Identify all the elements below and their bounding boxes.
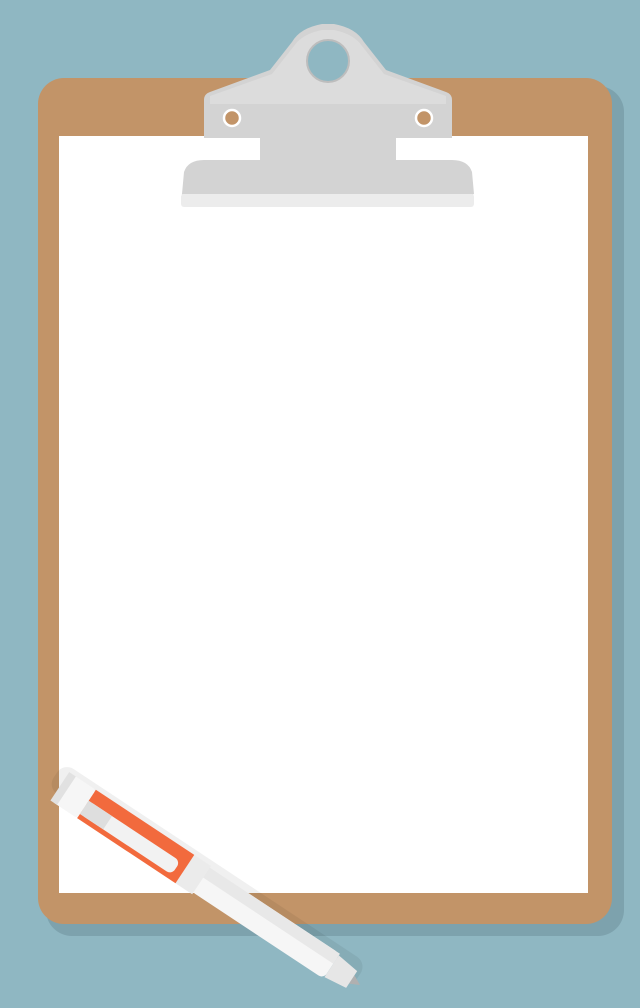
paper-sheet (59, 136, 588, 893)
clipboard-clip-icon (181, 24, 474, 207)
clip-rivet-right (414, 108, 434, 128)
clip-rivet-left (222, 108, 242, 128)
clipboard-illustration (38, 24, 624, 988)
clipboard-scene (0, 0, 640, 1008)
